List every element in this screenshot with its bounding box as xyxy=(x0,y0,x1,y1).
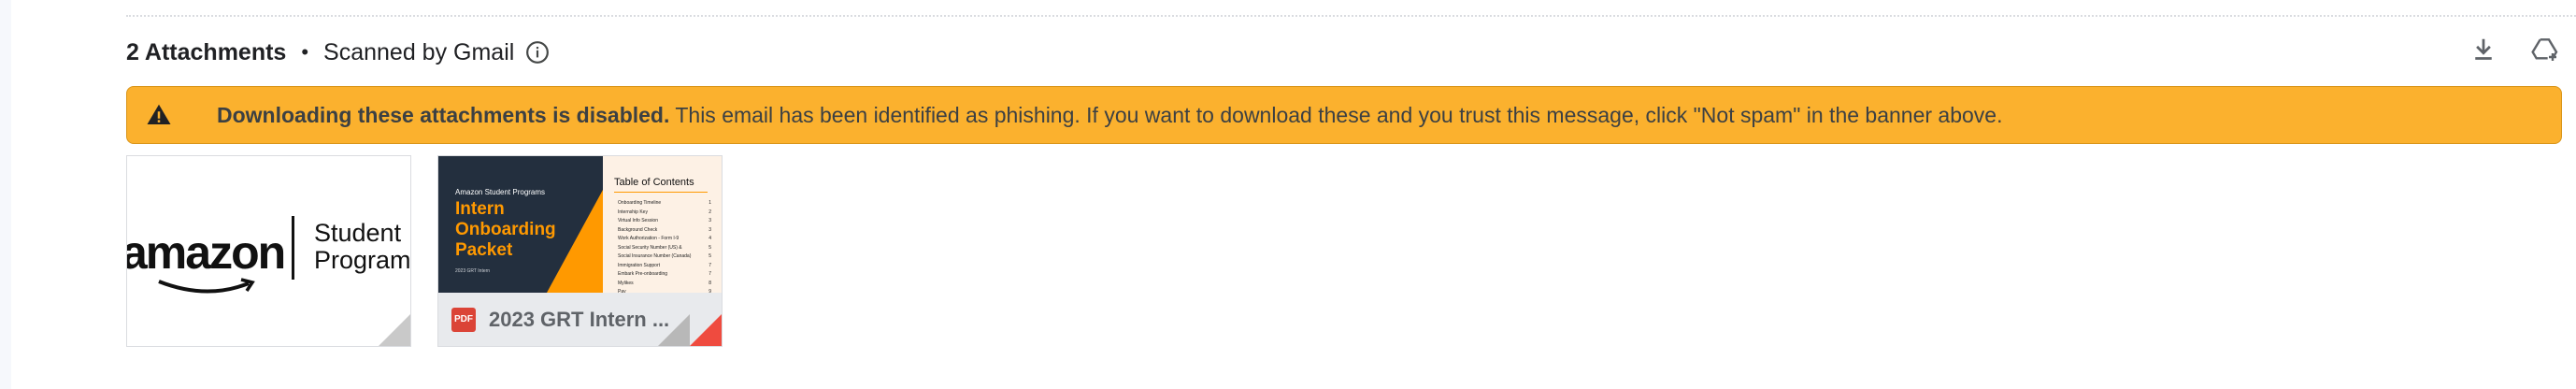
toc-list: Onboarding Timeline 1 Internship Key 2 Virtu… xyxy=(618,199,711,297)
toc-row: Immigration Support 7 xyxy=(618,262,711,271)
toc-item-label: Social Insurance Number (Canada) xyxy=(618,253,692,259)
toc-item-page: 5 xyxy=(708,244,711,251)
toc-item-label: Onboarding Timeline xyxy=(618,200,662,206)
cover-title-line: Intern xyxy=(455,199,505,219)
logo-caption-line1: Student xyxy=(314,219,402,247)
info-icon[interactable] xyxy=(525,40,550,65)
toc-row: Internship Key 2 xyxy=(618,209,711,218)
toc-row: Mylikes 8 xyxy=(618,280,711,289)
toc-item-page: 5 xyxy=(708,253,711,259)
toc-item-label: Internship Key xyxy=(618,209,648,215)
toc-row: Embark Pre-onboarding 7 xyxy=(618,270,711,280)
cover-title-line: Packet xyxy=(455,240,513,260)
toc-item-label: Embark Pre-onboarding xyxy=(618,271,668,277)
pdf-file-icon: PDF xyxy=(451,307,476,332)
amazon-wordmark: amazon xyxy=(126,226,286,279)
separator-dot: • xyxy=(301,40,309,64)
phishing-warning-banner: Downloading these attachments is disable… xyxy=(126,86,2562,144)
logo-divider xyxy=(292,216,294,280)
cover-title: Intern Onboarding Packet xyxy=(455,199,556,261)
toc-row: Social Insurance Number (Canada) 5 xyxy=(618,252,711,262)
toc-title: Table of Contents xyxy=(614,177,694,188)
page-fold xyxy=(379,314,410,346)
toc-item-label: Immigration Support xyxy=(618,262,661,268)
toc-item-label: Background Check xyxy=(618,226,658,233)
warning-icon xyxy=(147,104,171,124)
pdf-preview-thumbnail: Amazon Student Programs Intern Onboardin… xyxy=(438,156,722,295)
attachment-card-pdf[interactable]: Amazon Student Programs Intern Onboardin… xyxy=(437,155,723,347)
toc-item-page: 3 xyxy=(708,218,711,223)
toc-rule xyxy=(614,192,708,193)
toc-item-page: 1 xyxy=(708,200,711,206)
toc-row: Social Security Number (US) & 5 xyxy=(618,244,711,253)
toc-item-page: 4 xyxy=(708,236,711,241)
toc-row: Virtual Info Session 3 xyxy=(618,217,711,226)
toc-item-page: 2 xyxy=(708,209,711,215)
warning-bold-text: Downloading these attachments is disable… xyxy=(217,102,670,127)
warning-body-text: This email has been identified as phishi… xyxy=(669,102,2003,127)
add-to-drive-button[interactable] xyxy=(2529,34,2561,65)
cover-subtitle: 2023 GRT Intern xyxy=(455,268,491,274)
left-gutter xyxy=(0,0,11,389)
toc-item-page: 3 xyxy=(708,226,711,233)
amazon-smile-icon xyxy=(158,278,255,294)
add-to-drive-icon xyxy=(2531,38,2558,61)
toc-item-label: Mylikes xyxy=(618,280,634,286)
toc-row: Background Check 3 xyxy=(618,226,711,236)
toc-item-page: 7 xyxy=(708,271,711,277)
logo-caption: Student Program xyxy=(314,219,411,274)
cover-kicker: Amazon Student Programs xyxy=(455,188,546,196)
logo-caption-line2: Program xyxy=(314,246,411,274)
page-fold xyxy=(658,314,690,346)
attachment-card-image[interactable]: amazon Student Program xyxy=(126,155,411,347)
toc-item-page: 7 xyxy=(708,262,711,268)
toc-row: Work Authorization - Form I-9 4 xyxy=(618,235,711,244)
toc-item-label: Virtual Info Session xyxy=(618,218,658,223)
divider xyxy=(126,15,2576,17)
download-all-button[interactable] xyxy=(2468,34,2499,65)
amazon-student-logo: amazon Student Program xyxy=(126,212,411,306)
toc-item-page: 8 xyxy=(708,280,711,286)
toc-row: Onboarding Timeline 1 xyxy=(618,199,711,209)
attachments-header: 2 Attachments • Scanned by Gmail xyxy=(126,34,550,71)
pdf-cover: Amazon Student Programs Intern Onboardin… xyxy=(438,156,603,293)
pdf-corner-fold xyxy=(690,314,722,346)
toc-item-label: Work Authorization - Form I-9 xyxy=(618,236,680,241)
scanned-by-label: Scanned by Gmail xyxy=(323,38,515,65)
cover-title-line: Onboarding xyxy=(455,220,556,239)
toc-item-label: Social Security Number (US) & xyxy=(618,244,682,251)
attachments-count: 2 Attachments xyxy=(126,38,287,65)
attachment-filename: 2023 GRT Intern ... xyxy=(489,307,670,331)
pdf-toc-page: Table of Contents Onboarding Timeline 1 In… xyxy=(603,156,722,295)
warning-message: Downloading these attachments is disable… xyxy=(217,103,2003,128)
download-icon xyxy=(2475,38,2492,60)
